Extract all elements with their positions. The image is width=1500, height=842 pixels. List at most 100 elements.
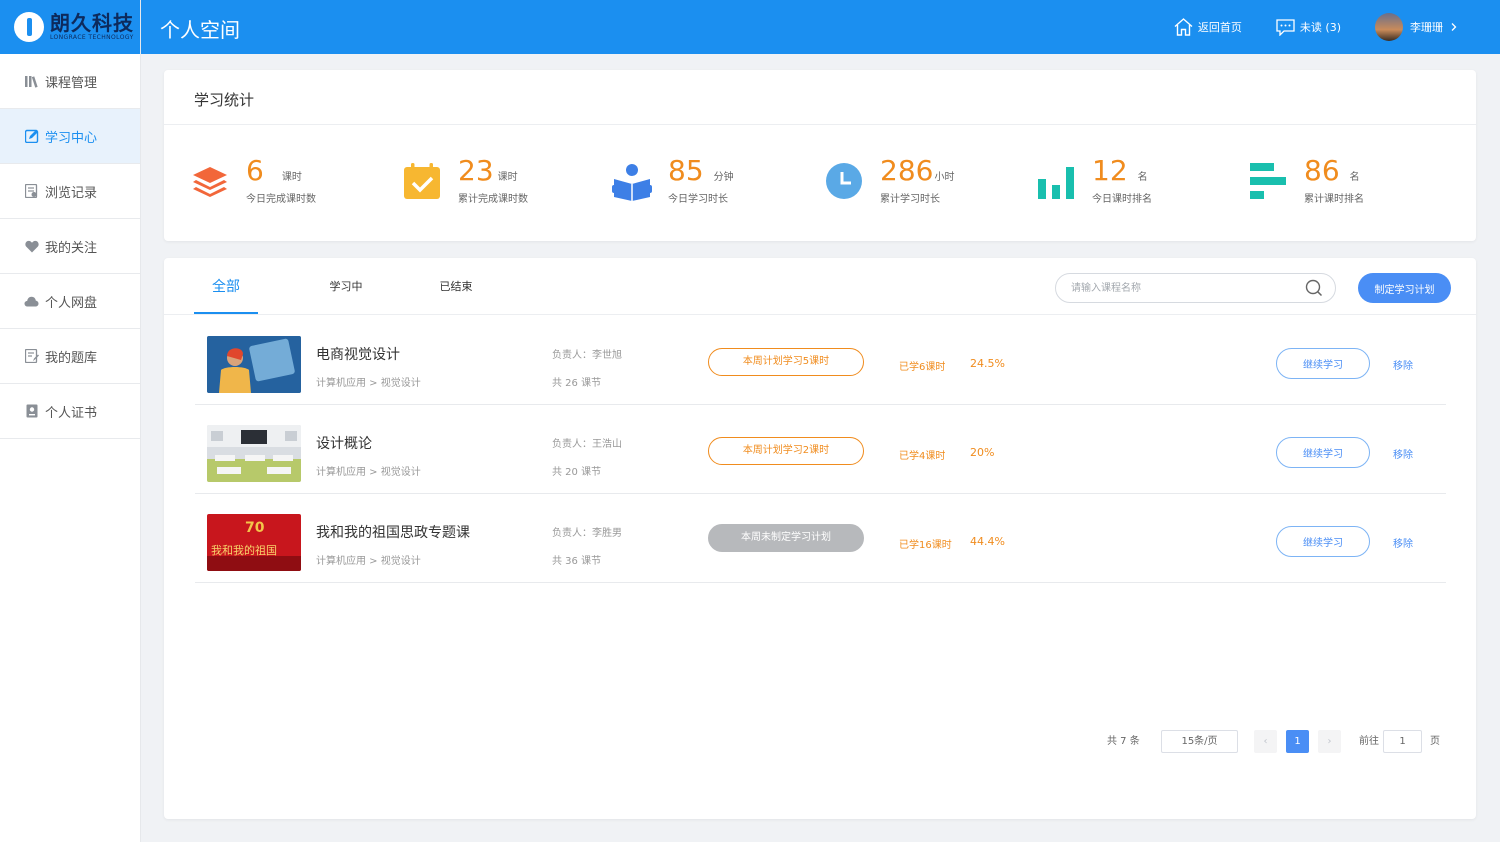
- continue-learning-button[interactable]: 继续学习: [1276, 437, 1370, 468]
- unread-messages-link[interactable]: 未读 (3): [1276, 18, 1341, 36]
- continue-learning-button[interactable]: 继续学习: [1276, 526, 1370, 557]
- page-size-select[interactable]: 15条/页: [1161, 730, 1238, 753]
- stat-value: 23: [458, 154, 494, 187]
- course-title[interactable]: 我和我的祖国思政专题课: [316, 522, 470, 542]
- course-title[interactable]: 电商视觉设计: [316, 344, 400, 364]
- course-tabs: 全部 学习中 已结束 制定学习计划: [164, 258, 1476, 315]
- learned-lessons: 已学4课时: [899, 451, 946, 462]
- course-title[interactable]: 设计概论: [316, 433, 372, 453]
- home-link[interactable]: 返回首页: [1174, 18, 1242, 36]
- message-icon: [1276, 18, 1295, 36]
- course-lesson-count: 共 20 课节: [552, 467, 602, 478]
- stat-total-lessons: 23 课时 累计完成课时数: [402, 156, 528, 205]
- goto-page-input[interactable]: [1383, 730, 1422, 753]
- next-page-button[interactable]: ›: [1318, 730, 1341, 753]
- course-owner: 负责人：李世旭: [552, 350, 622, 361]
- layers-icon: [193, 166, 227, 197]
- page-suffix: 页: [1430, 736, 1440, 747]
- sidebar-item-certificates[interactable]: 个人证书: [0, 384, 140, 439]
- stat-unit: 课时: [281, 172, 302, 183]
- stat-unit: 小时: [934, 172, 955, 183]
- page-number-button[interactable]: 1: [1286, 730, 1309, 753]
- sidebar: 朗久科技 LONGRACE TECHNOLOGY 课程管理 学习中心 浏览记录 …: [0, 0, 141, 842]
- course-thumbnail[interactable]: 70 我和我的祖国: [207, 514, 301, 571]
- tab-finished[interactable]: 已结束: [426, 258, 486, 315]
- sidebar-item-my-follows[interactable]: 我的关注: [0, 219, 140, 274]
- sidebar-item-label: 课程管理: [45, 75, 98, 91]
- stat-label: 累计完成课时数: [458, 194, 528, 205]
- tab-all[interactable]: 全部: [194, 258, 258, 314]
- stat-unit: 名: [1137, 172, 1148, 183]
- user-menu[interactable]: 李珊珊: [1375, 13, 1464, 41]
- sidebar-item-learning-center[interactable]: 学习中心: [0, 109, 140, 164]
- history-icon: [24, 184, 39, 199]
- sidebar-item-label: 个人网盘: [45, 295, 98, 311]
- course-thumbnail[interactable]: [207, 425, 301, 482]
- course-category: 计算机应用 > 视觉设计: [316, 378, 421, 389]
- stat-unit: 分钟: [713, 172, 734, 183]
- course-lesson-count: 共 36 课节: [552, 556, 602, 567]
- list-item: 设计概论 计算机应用 > 视觉设计 负责人：王浩山 共 20 课节 本周计划学习…: [195, 405, 1446, 494]
- unread-messages-label: 未读 (3): [1299, 21, 1341, 34]
- stat-unit: 课时: [497, 172, 518, 183]
- certificate-icon: [24, 404, 39, 419]
- weekly-plan-badge: 本周计划学习5课时: [708, 348, 864, 376]
- tab-learning[interactable]: 学习中: [316, 258, 376, 315]
- prev-page-button[interactable]: ‹: [1254, 730, 1277, 753]
- course-thumbnail[interactable]: [207, 336, 301, 393]
- stat-label: 累计课时排名: [1304, 194, 1364, 205]
- clock-icon: [826, 162, 862, 199]
- stat-total-duration: 286 小时 累计学习时长: [824, 156, 954, 205]
- top-header: 个人空间 返回首页 未读 (3) 李珊珊: [141, 0, 1500, 54]
- chevron-right-icon: [1451, 23, 1457, 31]
- course-category: 计算机应用 > 视觉设计: [316, 467, 421, 478]
- progress-percent: 20%: [970, 446, 995, 459]
- remove-link[interactable]: 移除: [1393, 446, 1413, 461]
- stat-label: 今日完成课时数: [246, 194, 316, 205]
- stat-value: 86: [1304, 154, 1340, 187]
- calendar-check-icon: [404, 162, 440, 199]
- remove-link[interactable]: 移除: [1393, 535, 1413, 550]
- weekly-plan-badge: 本周计划学习2课时: [708, 437, 864, 465]
- home-icon: [1174, 18, 1193, 36]
- learned-lessons: 已学6课时: [899, 362, 946, 373]
- search-icon[interactable]: [1305, 279, 1323, 297]
- user-name: 李珊珊: [1410, 21, 1443, 34]
- heart-icon: [24, 239, 39, 254]
- remove-link[interactable]: 移除: [1393, 357, 1413, 372]
- stat-today-duration: 85 分钟 今日学习时长: [612, 156, 734, 205]
- page-title: 个人空间: [160, 18, 240, 42]
- sidebar-item-label: 学习中心: [45, 130, 98, 146]
- bar-chart-icon: [1038, 166, 1074, 199]
- search-input[interactable]: [1055, 273, 1336, 303]
- sidebar-item-label: 我的关注: [45, 240, 98, 256]
- stat-today-rank: 12 名 今日课时排名: [1036, 156, 1152, 205]
- learned-lessons: 已学16课时: [899, 540, 952, 551]
- brand-name: 朗久科技: [50, 11, 134, 35]
- weekly-plan-badge: 本周未制定学习计划: [708, 524, 864, 552]
- horizontal-bars-icon: [1250, 162, 1286, 199]
- progress-percent: 44.4%: [970, 535, 1005, 548]
- goto-label: 前往: [1359, 736, 1379, 747]
- stat-label: 今日学习时长: [668, 194, 728, 205]
- sidebar-item-browse-history[interactable]: 浏览记录: [0, 164, 140, 219]
- stats-title: 学习统计: [164, 70, 1476, 125]
- make-study-plan-button[interactable]: 制定学习计划: [1358, 273, 1451, 303]
- stat-label: 今日课时排名: [1092, 194, 1152, 205]
- question-bank-icon: [24, 349, 39, 364]
- stat-value: 286: [880, 154, 934, 187]
- sidebar-item-personal-cloud[interactable]: 个人网盘: [0, 274, 140, 329]
- sidebar-item-label: 我的题库: [45, 350, 98, 366]
- continue-learning-button[interactable]: 继续学习: [1276, 348, 1370, 379]
- svg-text:70: 70: [245, 520, 265, 536]
- sidebar-item-question-bank[interactable]: 我的题库: [0, 329, 140, 384]
- books-icon: [24, 74, 39, 89]
- sidebar-item-course-management[interactable]: 课程管理: [0, 54, 140, 109]
- logo-mark-icon: [14, 12, 44, 42]
- sidebar-item-label: 浏览记录: [45, 185, 98, 201]
- stat-value: 12: [1092, 154, 1128, 187]
- stat-unit: 名: [1349, 172, 1360, 183]
- reader-icon: [612, 163, 652, 201]
- brand-logo[interactable]: 朗久科技 LONGRACE TECHNOLOGY: [0, 0, 140, 54]
- list-item: 电商视觉设计 计算机应用 > 视觉设计 负责人：李世旭 共 26 课节 本周计划…: [195, 316, 1446, 405]
